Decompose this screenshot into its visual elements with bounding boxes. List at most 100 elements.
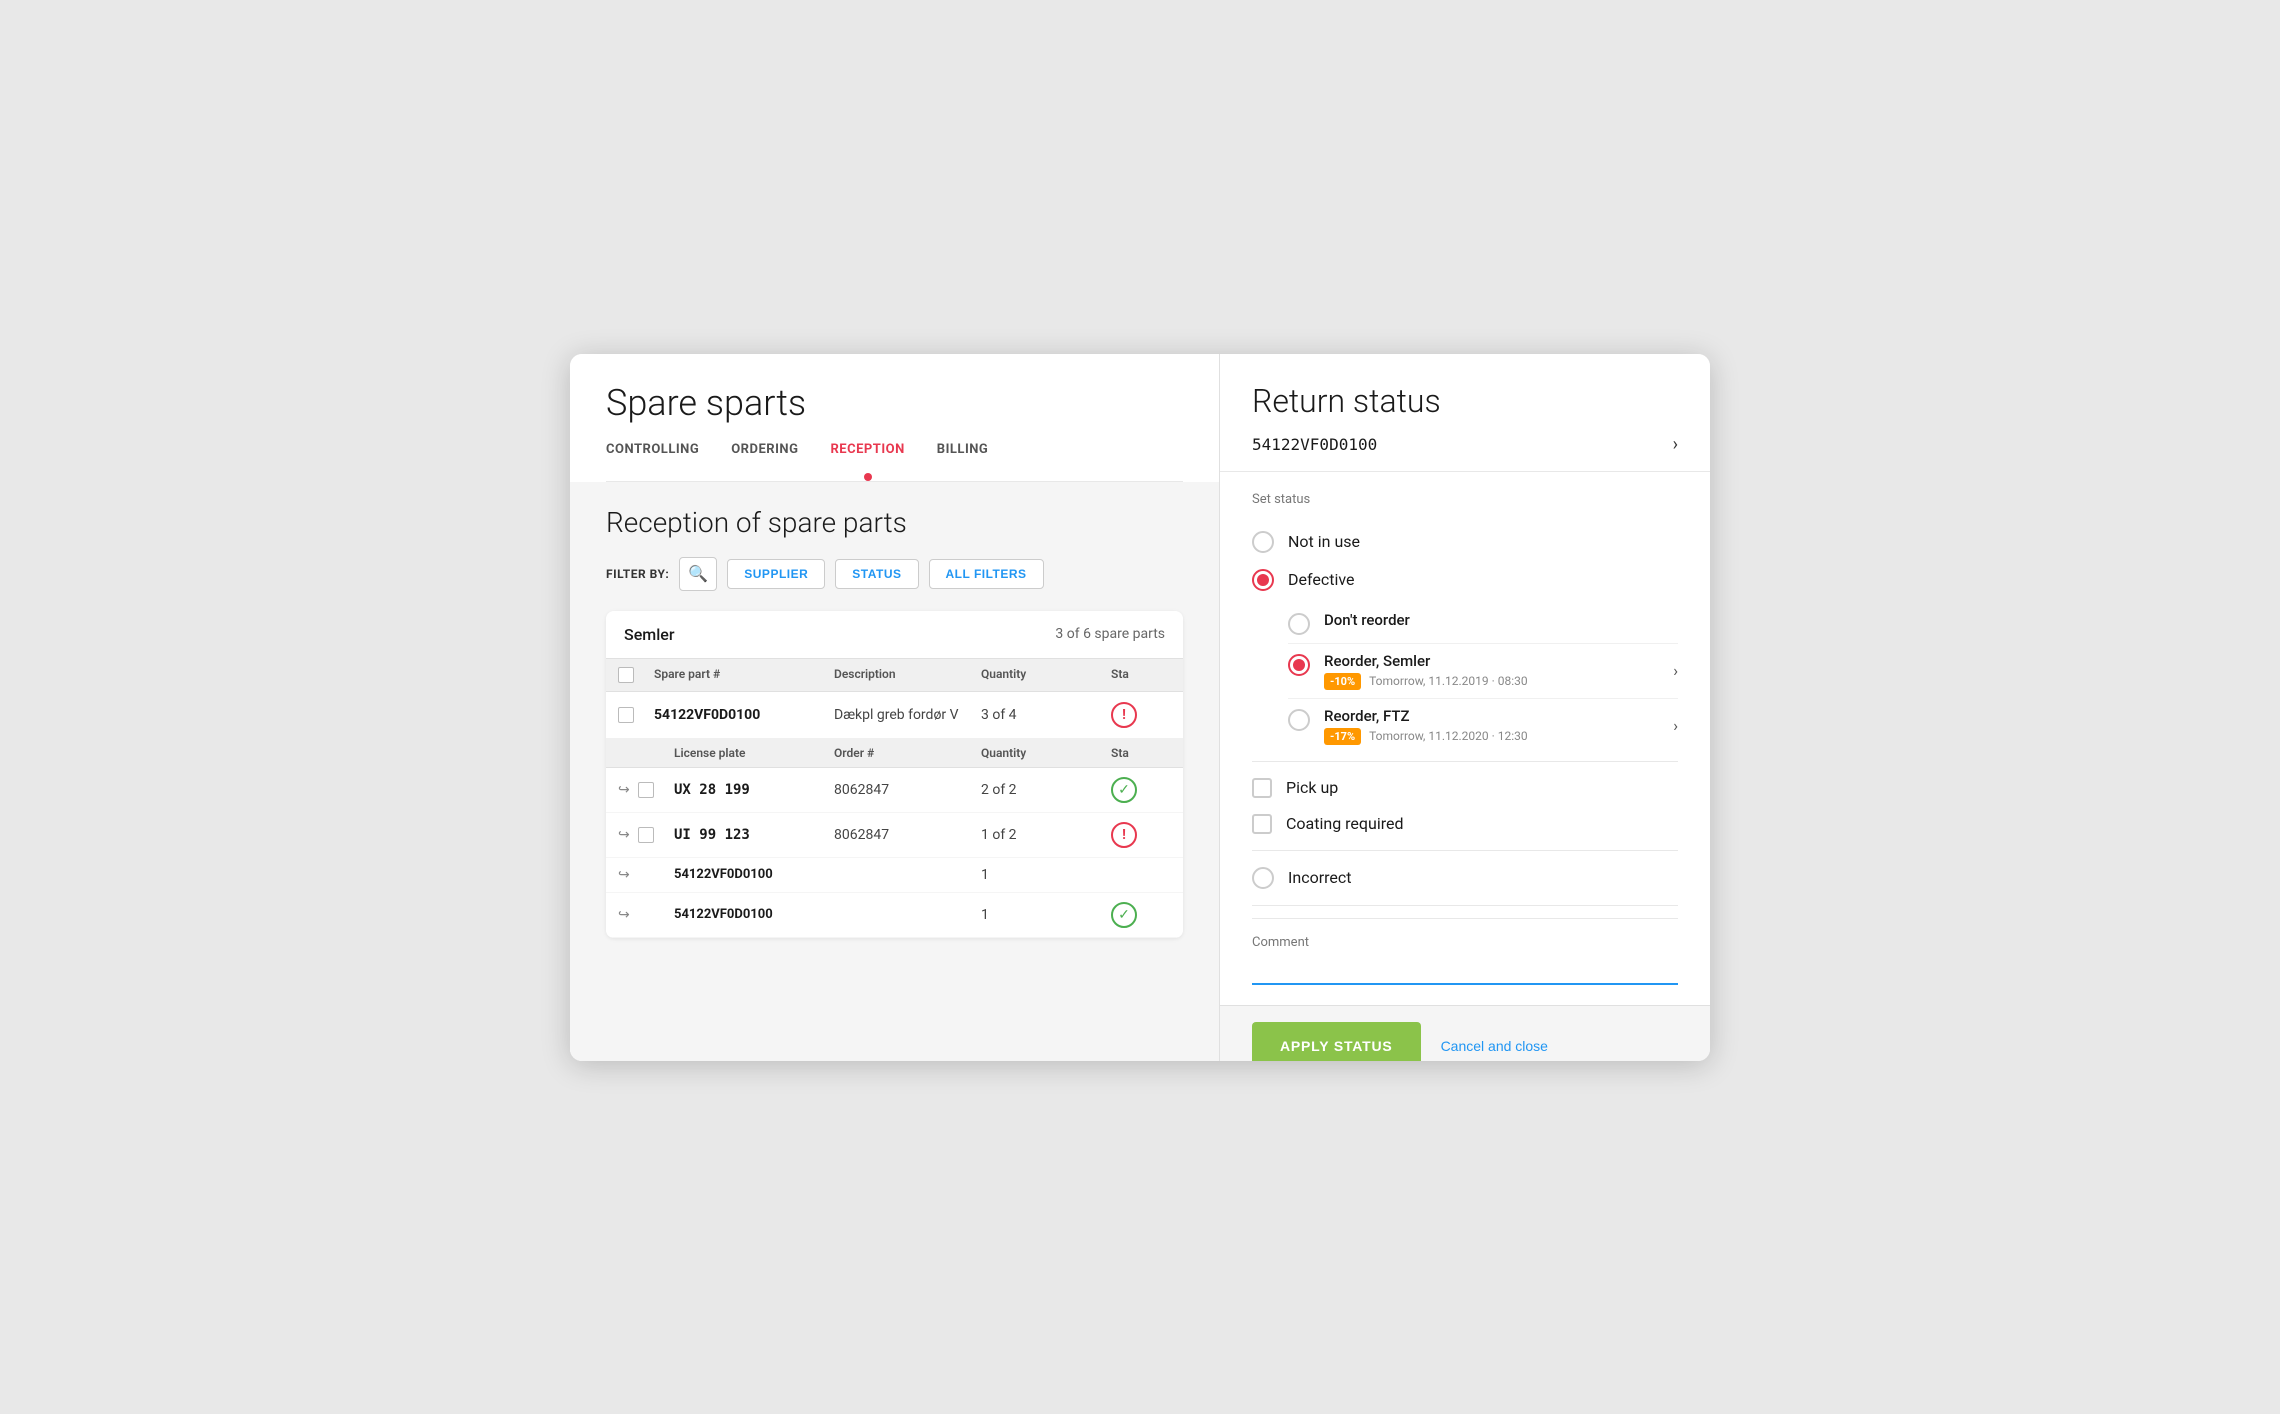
supplier-count: 3 of 6 spare parts xyxy=(1055,626,1165,642)
supplier-row: Semler 3 of 6 spare parts xyxy=(606,611,1183,658)
filter-row: FILTER BY: 🔍 SUPPLIER STATUS ALL FILTERS xyxy=(606,557,1183,591)
search-icon: 🔍 xyxy=(688,564,708,584)
sub-row-checkbox[interactable] xyxy=(638,827,654,843)
sub-options: Don't reorder Reorder, Semler -10% Tomor… xyxy=(1288,603,1678,753)
sub-radio-dont-reorder-btn[interactable] xyxy=(1288,613,1310,635)
radio-incorrect[interactable]: Incorrect xyxy=(1252,859,1678,897)
status-filter-button[interactable]: STATUS xyxy=(835,559,918,589)
reorder-semler-date: Tomorrow, 11.12.2019 · 08:30 xyxy=(1369,674,1528,688)
divider-3 xyxy=(1252,905,1678,906)
sub-quantity: 2 of 2 xyxy=(981,782,1111,798)
license-plate: UX 28 199 xyxy=(674,782,834,798)
radio-not-in-use-label: Not in use xyxy=(1288,532,1360,551)
sub-radio-reorder-semler-btn[interactable] xyxy=(1288,654,1310,676)
app-title: Spare sparts xyxy=(606,382,1183,424)
header-spare-part: Spare part # xyxy=(654,667,834,683)
extra-status: ✓ xyxy=(1111,902,1171,928)
part-id: 54122VF0D0100 xyxy=(1252,435,1377,454)
reorder-semler-discount: -10% xyxy=(1324,673,1361,690)
part-description: Dækpl greb fordør V xyxy=(834,707,981,723)
all-filters-button[interactable]: ALL FILTERS xyxy=(929,559,1044,589)
sub-header-sta: Sta xyxy=(1111,746,1171,760)
sub-row-arrow: ↪ xyxy=(618,827,638,843)
part-quantity: 3 of 4 xyxy=(981,707,1111,723)
comment-section: Comment xyxy=(1252,918,1678,985)
pickup-label: Pick up xyxy=(1286,778,1338,797)
sub-row-checkbox[interactable] xyxy=(638,782,654,798)
supplier-name: Semler xyxy=(624,625,675,644)
reorder-ftz-date: Tomorrow, 11.12.2020 · 12:30 xyxy=(1369,729,1528,743)
tab-billing[interactable]: BILLING xyxy=(937,442,989,467)
order-number: 8062847 xyxy=(834,827,981,843)
sub-radio-dont-reorder-content: Don't reorder xyxy=(1324,611,1678,629)
right-body: Set status Not in use Defective Don xyxy=(1220,472,1710,1005)
reorder-semler-chevron[interactable]: › xyxy=(1673,661,1678,680)
left-header: Spare sparts CONTROLLING ORDERING RECEPT… xyxy=(570,354,1219,482)
sub-header-checkbox xyxy=(638,746,674,760)
right-header: Return status 54122VF0D0100 › xyxy=(1220,354,1710,472)
table-card: Semler 3 of 6 spare parts Spare part # D… xyxy=(606,611,1183,938)
header-quantity: Quantity xyxy=(981,667,1111,683)
order-number: 8062847 xyxy=(834,782,981,798)
app-container: Spare sparts CONTROLLING ORDERING RECEPT… xyxy=(570,354,1710,1061)
sub-table-row[interactable]: ↪ UX 28 199 8062847 2 of 2 ✓ xyxy=(606,768,1183,813)
sub-radio-reorder-semler-inner xyxy=(1293,659,1305,671)
header-description: Description xyxy=(834,667,981,683)
cancel-button[interactable]: Cancel and close xyxy=(1441,1038,1548,1054)
checkbox-coating-required[interactable]: Coating required xyxy=(1252,806,1678,842)
left-content: Reception of spare parts FILTER BY: 🔍 SU… xyxy=(570,482,1219,1061)
sub-radio-reorder-semler-content: Reorder, Semler -10% Tomorrow, 11.12.201… xyxy=(1324,652,1659,690)
sub-table-header: License plate Order # Quantity Sta xyxy=(606,739,1183,768)
sub-row-arrow: ↪ xyxy=(618,907,638,923)
pickup-checkbox[interactable] xyxy=(1252,778,1272,798)
nav-tabs: CONTROLLING ORDERING RECEPTION BILLING xyxy=(606,442,1183,467)
sub-radio-reorder-ftz-btn[interactable] xyxy=(1288,709,1310,731)
radio-defective[interactable]: Defective xyxy=(1252,561,1678,599)
extra-quantity: 1 xyxy=(981,867,1111,883)
sub-row-arrow: ↪ xyxy=(618,782,638,798)
sub-table-row[interactable]: ↪ UI 99 123 8062847 1 of 2 ! xyxy=(606,813,1183,858)
sub-radio-reorder-ftz-detail: -17% Tomorrow, 11.12.2020 · 12:30 xyxy=(1324,728,1659,745)
sub-row-checkbox-cell xyxy=(638,827,674,843)
part-id-chevron[interactable]: › xyxy=(1673,434,1678,455)
extra-row[interactable]: ↪ 54122VF0D0100 1 ✓ xyxy=(606,893,1183,938)
sub-header-qty: Quantity xyxy=(981,746,1111,760)
sub-radio-dont-reorder[interactable]: Don't reorder xyxy=(1288,603,1678,644)
extra-part-id: 54122VF0D0100 xyxy=(674,907,834,922)
sub-radio-reorder-ftz-content: Reorder, FTZ -17% Tomorrow, 11.12.2020 ·… xyxy=(1324,707,1659,745)
row-checkbox[interactable] xyxy=(618,707,634,723)
sub-radio-reorder-semler[interactable]: Reorder, Semler -10% Tomorrow, 11.12.201… xyxy=(1288,644,1678,699)
right-footer: APPLY STATUS Cancel and close xyxy=(1220,1005,1710,1061)
search-button[interactable]: 🔍 xyxy=(679,557,717,591)
extra-part-id: 54122VF0D0100 xyxy=(674,867,834,882)
extra-row[interactable]: ↪ 54122VF0D0100 1 xyxy=(606,858,1183,893)
checkbox-pick-up[interactable]: Pick up xyxy=(1252,770,1678,806)
supplier-filter-button[interactable]: SUPPLIER xyxy=(727,559,825,589)
section-title: Reception of spare parts xyxy=(606,506,1183,539)
return-title: Return status xyxy=(1252,382,1678,420)
radio-not-in-use[interactable]: Not in use xyxy=(1252,523,1678,561)
header-checkbox[interactable] xyxy=(618,667,634,683)
comment-label: Comment xyxy=(1252,935,1678,950)
left-panel: Spare sparts CONTROLLING ORDERING RECEPT… xyxy=(570,354,1220,1061)
tab-reception[interactable]: RECEPTION xyxy=(830,442,904,467)
reorder-ftz-discount: -17% xyxy=(1324,728,1361,745)
sub-radio-reorder-ftz-title: Reorder, FTZ xyxy=(1324,707,1659,725)
radio-incorrect-button[interactable] xyxy=(1252,867,1274,889)
tab-ordering[interactable]: ORDERING xyxy=(731,442,798,467)
sub-row-arrow: ↪ xyxy=(618,867,638,883)
radio-defective-button[interactable] xyxy=(1252,569,1274,591)
coating-checkbox[interactable] xyxy=(1252,814,1272,834)
comment-input[interactable] xyxy=(1252,958,1678,985)
radio-incorrect-label: Incorrect xyxy=(1288,868,1351,887)
table-row[interactable]: 54122VF0D0100 Dækpl greb fordør V 3 of 4… xyxy=(606,692,1183,739)
filter-label: FILTER BY: xyxy=(606,567,669,581)
part-status: ! xyxy=(1111,702,1171,728)
header-status: Sta xyxy=(1111,667,1171,683)
radio-not-in-use-button[interactable] xyxy=(1252,531,1274,553)
apply-status-button[interactable]: APPLY STATUS xyxy=(1252,1022,1421,1061)
extra-quantity: 1 xyxy=(981,907,1111,923)
reorder-ftz-chevron[interactable]: › xyxy=(1673,716,1678,735)
tab-controlling[interactable]: CONTROLLING xyxy=(606,442,699,467)
sub-radio-reorder-ftz[interactable]: Reorder, FTZ -17% Tomorrow, 11.12.2020 ·… xyxy=(1288,699,1678,753)
